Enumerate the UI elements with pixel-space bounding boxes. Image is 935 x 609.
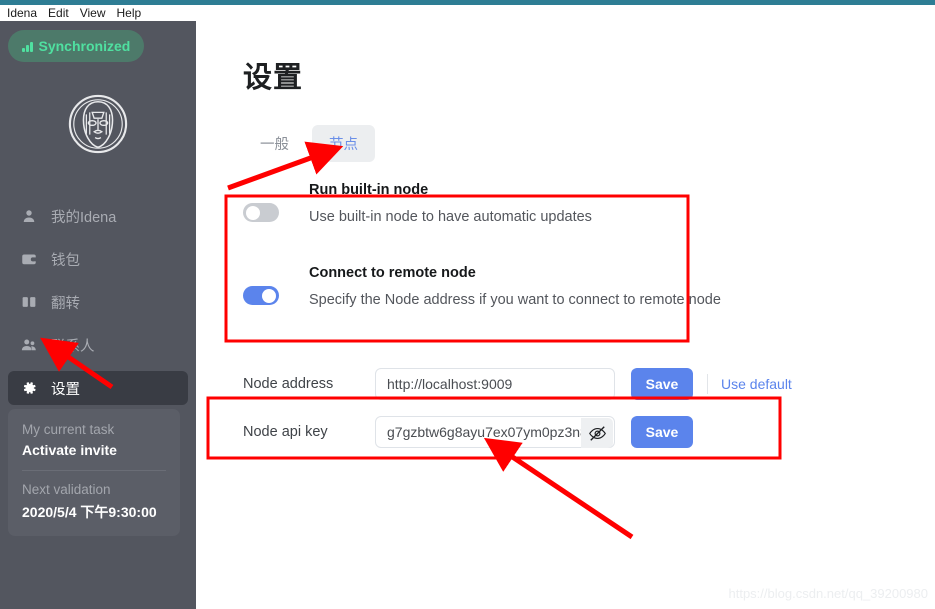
toggle-api-key-visibility-button[interactable] (581, 418, 613, 448)
sidebar-nav: 我的Idena 钱包 翻转 联系人 设置 (8, 199, 188, 414)
use-default-link[interactable]: Use default (721, 376, 792, 392)
next-validation-label: Next validation (22, 482, 111, 497)
flips-icon (22, 297, 36, 307)
person-icon (23, 210, 35, 222)
menu-item-edit[interactable]: Edit (44, 5, 76, 21)
status-badge-label: Synchronized (38, 38, 131, 54)
sidebar-item-label: 设置 (51, 381, 80, 398)
gear-icon (23, 382, 36, 394)
field-divider (707, 374, 708, 394)
run-built-in-node-description: Use built-in node to have automatic upda… (309, 209, 592, 225)
sidebar: Synchronized 我的Idena 钱包 翻转 联系人 设置 My cur… (0, 21, 196, 609)
task-card: My current task Activate invite Next val… (8, 409, 180, 536)
next-validation-value: 2020/5/4 下午9:30:00 (22, 504, 157, 520)
node-api-key-row: Node api key g7gzbtw6g8ayu7ex07ym0pz3n80… (243, 416, 693, 448)
sidebar-item-label: 钱包 (51, 252, 80, 269)
menu-item-idena[interactable]: Idena (3, 5, 44, 21)
connect-remote-node-toggle[interactable] (243, 286, 279, 305)
tab-node[interactable]: 节点 (312, 125, 375, 162)
node-address-save-button[interactable]: Save (631, 368, 693, 400)
signal-bars-icon (22, 41, 33, 52)
task-card-divider (22, 470, 166, 471)
sidebar-item-label: 翻转 (51, 295, 80, 312)
idena-logo-icon (68, 94, 128, 154)
node-api-key-save-button[interactable]: Save (631, 416, 693, 448)
current-task-label: My current task (22, 422, 115, 437)
menu-bar: Idena Edit View Help (0, 5, 935, 21)
node-address-value[interactable]: http://localhost:9009 (376, 376, 614, 392)
status-badge: Synchronized (8, 30, 145, 62)
run-built-in-node-title: Run built-in node (309, 182, 429, 198)
sidebar-item-settings[interactable]: 设置 (8, 371, 188, 405)
sidebar-item-contacts[interactable]: 联系人 (8, 328, 188, 362)
tab-general[interactable]: 一般 (243, 125, 306, 162)
node-api-key-value[interactable]: g7gzbtw6g8ayu7ex07ym0pz3n804: (376, 424, 614, 440)
watermark: https://blog.csdn.net/qq_39200980 (728, 586, 929, 601)
menu-item-help[interactable]: Help (113, 5, 149, 21)
connect-remote-node-description: Specify the Node address if you want to … (309, 292, 721, 308)
node-address-input[interactable]: http://localhost:9009 (375, 368, 615, 400)
settings-content: 设置 一般 节点 Run built-in node Use built-in … (196, 21, 935, 609)
node-api-key-label: Node api key (243, 424, 328, 440)
eye-off-icon (588, 425, 606, 441)
sidebar-item-label: 联系人 (51, 338, 95, 355)
page-title: 设置 (243, 62, 304, 94)
wallet-icon (22, 254, 37, 265)
avatar (0, 93, 196, 155)
node-address-label: Node address (243, 376, 334, 392)
run-built-in-node-toggle[interactable] (243, 203, 279, 222)
current-task-value[interactable]: Activate invite (22, 442, 166, 458)
menu-item-view[interactable]: View (76, 5, 113, 21)
sidebar-item-label: 我的Idena (51, 209, 117, 226)
setting-connect-remote-node: Connect to remote node Specify the Node … (243, 264, 721, 309)
node-api-key-input[interactable]: g7gzbtw6g8ayu7ex07ym0pz3n804: (375, 416, 615, 448)
node-address-row: Node address http://localhost:9009 Save … (243, 368, 792, 400)
sidebar-item-my-idena[interactable]: 我的Idena (8, 199, 188, 233)
connect-remote-node-title: Connect to remote node (309, 265, 476, 281)
sidebar-item-flips[interactable]: 翻转 (8, 285, 188, 319)
contacts-icon (21, 339, 36, 351)
app-window: Idena Edit View Help Synchronized 我的Iden… (0, 0, 935, 609)
settings-tabs: 一般 节点 (243, 125, 375, 162)
setting-run-built-in-node: Run built-in node Use built-in node to h… (243, 181, 713, 226)
sidebar-item-wallet[interactable]: 钱包 (8, 242, 188, 276)
